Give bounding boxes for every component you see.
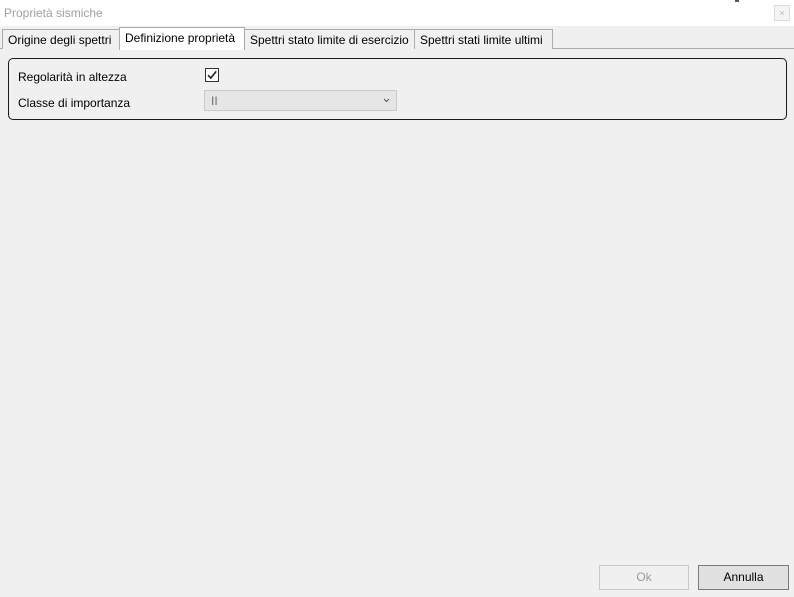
regularity-label: Regolarità in altezza [18,70,127,84]
window-edge-mark [735,0,739,2]
checkmark-icon [207,70,217,80]
title-bar: Proprietà sismiche × [0,0,794,26]
tab-spettri-ultimi[interactable]: Spettri stati limite ultimi [414,29,553,49]
tab-definizione-proprieta[interactable]: Definizione proprietà [119,27,245,50]
importance-combobox[interactable]: II [204,90,397,111]
cancel-button[interactable]: Annulla [698,565,789,590]
tab-spettri-esercizio[interactable]: Spettri stato limite di esercizio [244,29,415,49]
regularity-checkbox[interactable] [205,68,219,82]
importance-label: Classe di importanza [18,96,131,110]
window-title: Proprietà sismiche [4,6,103,20]
cancel-button-label: Annulla [723,570,764,584]
tab-label: Origine degli spettri [8,33,112,47]
ok-button[interactable]: Ok [599,565,689,590]
importance-selected-value: II [211,94,218,108]
tab-label: Spettri stati limite ultimi [420,33,543,47]
tab-origine-spettri[interactable]: Origine degli spettri [2,29,120,49]
properties-group [8,58,787,120]
close-button[interactable]: × [774,5,790,21]
close-icon[interactable]: × [779,8,784,18]
ok-button-label: Ok [636,570,652,584]
chevron-down-icon[interactable] [383,98,390,103]
tab-label: Spettri stato limite di esercizio [250,33,409,47]
tab-label: Definizione proprietà [125,31,236,45]
